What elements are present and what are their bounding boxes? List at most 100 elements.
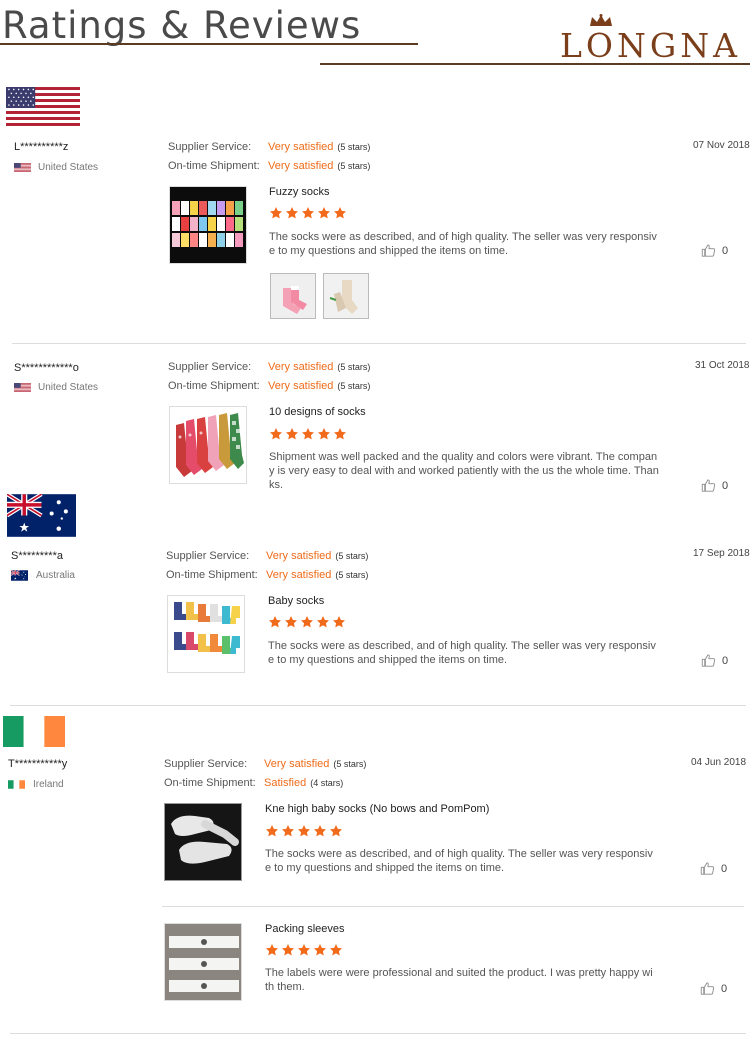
shipment-row: On-time Shipment: Very satisfied (5 stars) <box>168 160 370 172</box>
star-icon <box>265 944 279 956</box>
supplier-service-label: Supplier Service: <box>166 550 250 562</box>
like-count: 0 <box>721 982 728 995</box>
header-divider <box>320 63 750 65</box>
supplier-service-row: Supplier Service: Very satisfied (5 stars) <box>168 141 370 153</box>
product-name[interactable]: Kne high baby socks (No bows and PomPom) <box>265 803 489 815</box>
australia-flag-icon <box>11 570 28 581</box>
product-image[interactable] <box>164 803 242 881</box>
star-icon <box>297 944 311 956</box>
star-icon <box>317 428 331 440</box>
star-icon <box>313 825 327 837</box>
review-text: The socks were as described, and of high… <box>265 848 653 874</box>
ireland-flag-icon <box>3 716 65 747</box>
thumbs-up-icon <box>701 654 716 667</box>
thumbs-up-icon <box>701 244 716 257</box>
product-name[interactable]: 10 designs of socks <box>269 406 366 418</box>
supplier-service-value: Very satisfied <box>268 361 334 373</box>
star-icon <box>333 428 347 440</box>
supplier-service-stars: (5 stars) <box>335 551 369 561</box>
reviewer-country: Australia <box>36 570 75 581</box>
supplier-service-row: Supplier Service: Very satisfied (5 stars) <box>166 550 368 562</box>
star-icon <box>269 428 283 440</box>
star-icon <box>317 207 331 219</box>
review-photo-thumbnail[interactable] <box>270 273 316 319</box>
shipment-row: On-time Shipment: Satisfied (4 stars) <box>164 777 343 789</box>
star-icon <box>285 207 299 219</box>
like-button[interactable]: 0 <box>700 981 727 996</box>
supplier-service-stars: (5 stars) <box>333 759 367 769</box>
page-title: Ratings & Reviews <box>2 4 362 47</box>
star-icon <box>313 944 327 956</box>
like-button[interactable]: 0 <box>701 478 728 493</box>
supplier-service-label: Supplier Service: <box>168 141 252 153</box>
shipment-label: On-time Shipment: <box>164 777 256 789</box>
shipment-row: On-time Shipment: Very satisfied (5 stars) <box>168 380 370 392</box>
star-icon <box>301 207 315 219</box>
review-photo-thumbnail[interactable] <box>323 273 369 319</box>
logo-text: LONGNA <box>560 26 741 65</box>
supplier-service-value: Very satisfied <box>264 758 330 770</box>
review-divider <box>12 343 746 344</box>
rating-stars <box>269 427 347 441</box>
star-icon <box>301 428 315 440</box>
rating-stars <box>268 615 346 629</box>
product-image[interactable] <box>169 186 247 264</box>
item-divider <box>162 906 744 907</box>
star-icon <box>268 616 282 628</box>
us-flag-icon <box>14 383 31 392</box>
supplier-service-value: Very satisfied <box>266 550 332 562</box>
reviewer-country: Ireland <box>33 779 64 790</box>
star-icon <box>297 825 311 837</box>
review-date: 07 Nov 2018 <box>693 140 750 151</box>
shipment-label: On-time Shipment: <box>168 380 260 392</box>
shipment-stars: (4 stars) <box>310 778 344 788</box>
shipment-value: Very satisfied <box>268 160 334 172</box>
star-icon <box>316 616 330 628</box>
star-icon <box>300 616 314 628</box>
star-icon <box>329 944 343 956</box>
review-date: 17 Sep 2018 <box>693 548 750 559</box>
like-count: 0 <box>721 862 728 875</box>
supplier-service-row: Supplier Service: Very satisfied (5 stars) <box>164 758 366 770</box>
star-icon <box>285 428 299 440</box>
us-flag-icon <box>14 163 31 172</box>
like-button[interactable]: 0 <box>701 243 728 258</box>
review-text: Shipment was well packed and the quality… <box>269 451 659 491</box>
star-icon <box>284 616 298 628</box>
shipment-value: Satisfied <box>264 777 307 789</box>
product-image[interactable] <box>164 923 242 1001</box>
thumbs-up-icon <box>700 982 715 995</box>
product-name[interactable]: Packing sleeves <box>265 923 345 935</box>
review-text: The socks were as described, and of high… <box>269 231 657 257</box>
shipment-row: On-time Shipment: Very satisfied (5 stars) <box>166 569 368 581</box>
review-text: The socks were as described, and of high… <box>268 640 656 666</box>
star-icon <box>269 207 283 219</box>
like-count: 0 <box>722 654 729 667</box>
product-name[interactable]: Fuzzy socks <box>269 186 330 198</box>
product-name[interactable]: Baby socks <box>268 595 324 607</box>
ireland-flag-icon <box>8 780 25 789</box>
product-image[interactable] <box>169 406 247 484</box>
product-image[interactable] <box>167 595 245 673</box>
review-divider <box>10 1033 746 1034</box>
shipment-value: Very satisfied <box>266 569 332 581</box>
like-button[interactable]: 0 <box>701 653 728 668</box>
reviewer-name: L**********z <box>14 141 69 153</box>
reviewer-country: United States <box>38 382 99 393</box>
star-icon <box>281 825 295 837</box>
shipment-stars: (5 stars) <box>337 381 371 391</box>
shipment-label: On-time Shipment: <box>168 160 260 172</box>
supplier-service-stars: (5 stars) <box>337 142 371 152</box>
like-button[interactable]: 0 <box>700 861 727 876</box>
supplier-service-stars: (5 stars) <box>337 362 371 372</box>
star-icon <box>329 825 343 837</box>
star-icon <box>281 944 295 956</box>
australia-flag-icon <box>7 494 76 537</box>
supplier-service-value: Very satisfied <box>268 141 334 153</box>
shipment-stars: (5 stars) <box>337 161 371 171</box>
review-divider <box>10 705 746 706</box>
title-divider <box>0 43 418 45</box>
supplier-service-label: Supplier Service: <box>164 758 248 770</box>
star-icon <box>332 616 346 628</box>
like-count: 0 <box>722 479 729 492</box>
